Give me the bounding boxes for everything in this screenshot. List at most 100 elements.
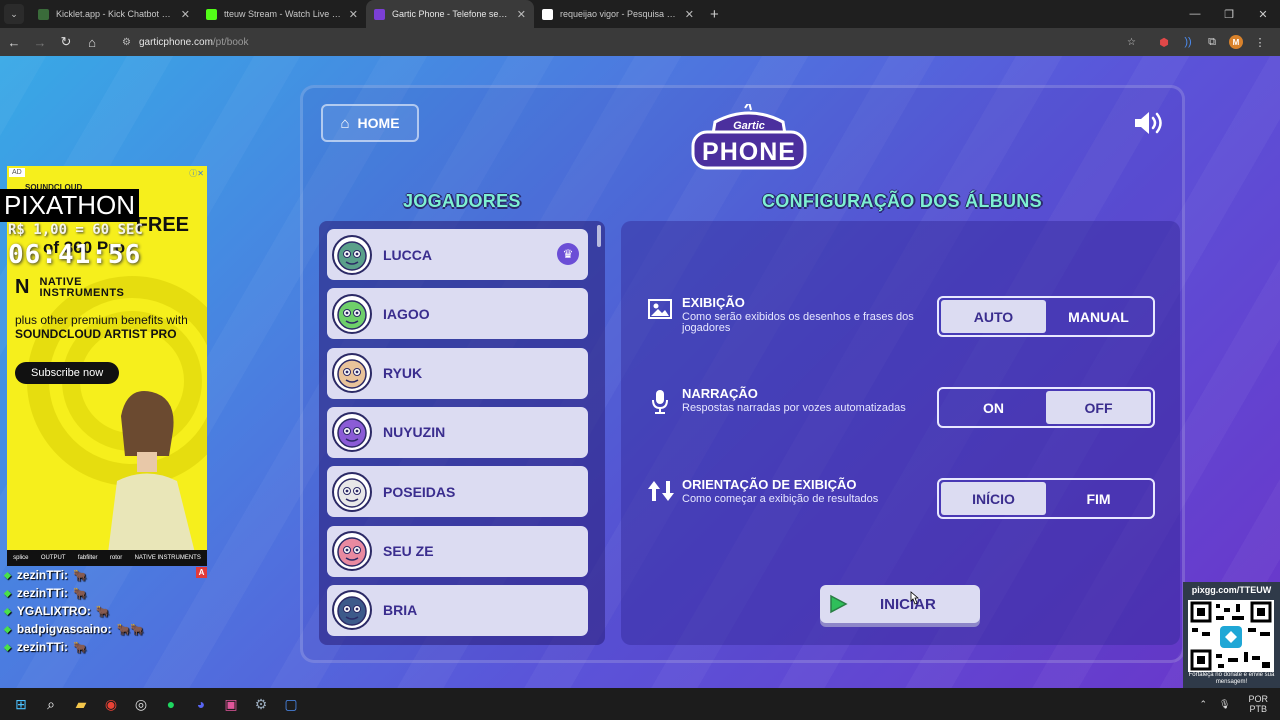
window-controls: — ❐ ✕ <box>1178 0 1280 28</box>
gartic-phone-logo: Gartic PHONE <box>691 104 807 170</box>
option-description: Respostas narradas por vozes automatizad… <box>682 402 906 414</box>
ad-free-text: FREE <box>135 214 189 236</box>
chat-badge-icon: ◆ <box>4 587 11 598</box>
home-page-button[interactable]: ⌂ <box>80 30 104 54</box>
toggle-choice[interactable]: INÍCIO <box>941 482 1046 515</box>
stream-chat: ◆ zezinTTi: 🐂 ◆ zezinTTi: 🐂 ◆ YGALIXTRO: 🐂 ◆ badpi… <box>0 566 200 656</box>
player-row: BRIA <box>327 584 588 636</box>
pixathon-timer: 06:41:56 <box>8 240 142 270</box>
tab-favicon-icon <box>206 8 217 20</box>
language-indicator[interactable]: POR PTB <box>1242 694 1274 714</box>
search-icon[interactable]: ⌕ <box>36 689 66 719</box>
chat-emotes: 🐂 <box>73 587 87 600</box>
file-explorer-icon[interactable]: ▰ <box>66 689 96 719</box>
windows-start-icon[interactable]: ⊞ <box>6 689 36 719</box>
sort-arrows-icon <box>647 479 674 503</box>
qr-title: pixgg.com/TTEUW <box>1191 585 1272 595</box>
tab-favicon-icon <box>38 8 49 20</box>
player-avatar-icon <box>332 353 372 394</box>
players-list[interactable]: LUCCA ♛ IAGOO RYUK NUYUZIN POSEIDAS SEU ZE BRIA <box>319 221 605 645</box>
chat-badge-icon: ◆ <box>4 623 11 634</box>
chat-message: ◆ YGALIXTRO: 🐂 <box>0 602 200 620</box>
app-blue-icon[interactable]: ▢ <box>276 689 306 719</box>
chat-username: zezinTTi: <box>16 640 69 654</box>
browser-toolbar: ← → ↻ ⌂ ⚙ garticphone.com/pt/book ☆ ⬢ ))… <box>0 28 1280 56</box>
chat-message: ◆ zezinTTi: 🐂 <box>0 584 200 602</box>
minimize-button[interactable]: — <box>1178 0 1212 28</box>
home-button[interactable]: ⌂ HOME <box>321 104 419 142</box>
extension-audio-icon[interactable]: )) <box>1176 31 1200 53</box>
ad-badge: AD <box>9 168 25 177</box>
close-window-button[interactable]: ✕ <box>1246 0 1280 28</box>
tray-chevron-icon[interactable]: ⌃ <box>1200 699 1208 710</box>
player-avatar-icon <box>332 234 372 275</box>
extensions-puzzle-icon[interactable]: ⧉ <box>1200 31 1224 53</box>
profile-avatar[interactable]: M <box>1229 35 1243 49</box>
player-row: POSEIDAS <box>327 466 588 518</box>
chat-username: zezinTTi: <box>16 586 69 600</box>
obs-icon[interactable]: ◎ <box>126 689 156 719</box>
toggle-choice[interactable]: MANUAL <box>1046 300 1151 333</box>
ni-line2: INSTRUMENTS <box>39 286 125 299</box>
forward-button[interactable]: → <box>28 30 52 54</box>
chat-emotes: 🐂 <box>73 641 87 654</box>
tab-close-icon[interactable]: ✕ <box>349 8 358 21</box>
ad-footer-item: splice <box>13 555 29 561</box>
tab-close-icon[interactable]: ✕ <box>517 8 526 21</box>
browser-tab[interactable]: Gartic Phone - Telefone sem fio ✕ <box>366 0 534 28</box>
app-icon[interactable]: ▣ <box>216 689 246 719</box>
toggle-choice[interactable]: ON <box>941 391 1046 424</box>
player-row: LUCCA ♛ <box>327 229 588 280</box>
player-row: SEU ZE <box>327 525 588 577</box>
logo-bottom-text: PHONE <box>702 138 796 166</box>
chat-badge-icon: ◆ <box>4 605 11 616</box>
windows-taskbar: ⊞ ⌕ ▰ ◉ ◎ ● ◕ ▣ ⚙ ▢ ⌃ 🎙 POR PTB <box>0 688 1280 720</box>
ad-info-icon[interactable]: ⓘ✕ <box>189 168 204 179</box>
discord-icon[interactable]: ◕ <box>186 689 216 719</box>
toggle-choice[interactable]: AUTO <box>941 300 1046 333</box>
start-label: INICIAR <box>880 595 936 613</box>
toggle-choice[interactable]: FIM <box>1046 482 1151 515</box>
new-tab-button[interactable]: + <box>710 6 719 23</box>
microphone-tray-icon[interactable]: 🎙 <box>1219 699 1230 710</box>
toggle-choice[interactable]: OFF <box>1046 391 1151 424</box>
browser-tab[interactable]: tteuw Stream - Watch Live on K ✕ <box>198 0 366 28</box>
tab-favicon-icon <box>542 8 553 20</box>
site-info-icon[interactable]: ⚙ <box>122 37 131 48</box>
back-button[interactable]: ← <box>2 30 26 54</box>
home-label: HOME <box>357 115 400 131</box>
browser-tab[interactable]: requeijao vigor - Pesquisa Goo ✕ <box>534 0 702 28</box>
player-name: RYUK <box>383 365 423 382</box>
ad-footer-item: fabfilter <box>77 555 98 561</box>
player-name: LUCCA <box>383 246 432 263</box>
restore-button[interactable]: ❐ <box>1212 0 1246 28</box>
spotify-icon[interactable]: ● <box>156 689 186 719</box>
option-title: NARRAÇÃO <box>682 386 758 401</box>
tab-close-icon[interactable]: ✕ <box>685 8 694 21</box>
chat-emotes: 🐂🐂 <box>116 623 145 636</box>
pixathon-label: PIXATHON <box>0 189 139 222</box>
url-path: /pt/book <box>212 36 249 48</box>
option-title: EXIBIÇÃO <box>682 295 745 310</box>
browser-menu-icon[interactable]: ⋮ <box>1248 31 1272 53</box>
reload-button[interactable]: ↻ <box>54 30 78 54</box>
steam-icon[interactable]: ⚙ <box>246 689 276 719</box>
sound-toggle-icon[interactable] <box>1132 108 1166 138</box>
tab-search-button[interactable]: ⌄ <box>4 4 24 24</box>
chrome-icon[interactable]: ◉ <box>96 689 126 719</box>
chat-badge-icon: ◆ <box>4 641 11 652</box>
bookmark-star-icon[interactable]: ☆ <box>1127 37 1136 48</box>
players-title: JOGADORES <box>403 191 521 211</box>
lang-line1: POR <box>1248 694 1268 704</box>
address-bar[interactable]: ⚙ garticphone.com/pt/book ☆ <box>114 31 1144 53</box>
tab-close-icon[interactable]: ✕ <box>181 8 190 21</box>
start-button[interactable]: INICIAR <box>820 585 980 623</box>
lang-line2: PTB <box>1249 704 1267 714</box>
config-title: CONFIGURAÇÃO DOS ÁLBUNS <box>762 191 1042 211</box>
extension-red-icon[interactable]: ⬢ <box>1152 31 1176 53</box>
chat-username: badpigvascaino: <box>16 622 112 636</box>
players-scrollbar[interactable] <box>597 225 601 247</box>
mouse-cursor-icon <box>910 591 919 605</box>
browser-tab[interactable]: Kicklet.app - Kick Chatbot and I ✕ <box>30 0 198 28</box>
ad-subscribe-button[interactable]: Subscribe now <box>15 362 120 384</box>
